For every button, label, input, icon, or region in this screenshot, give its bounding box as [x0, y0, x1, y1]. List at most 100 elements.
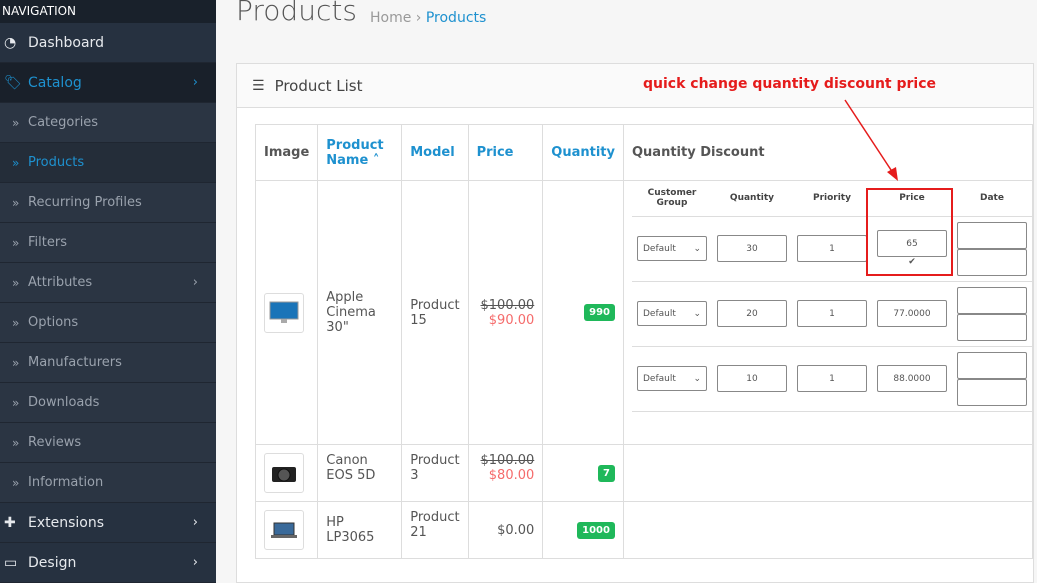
customer-group-select[interactable]: Default ⌄ — [636, 301, 707, 326]
double-chevron-icon: » — [12, 155, 20, 170]
monitor-icon: ▭ — [4, 554, 18, 571]
quantity-badge: 1000 — [577, 521, 615, 539]
discount-table: Customer Group Quantity Priority Price D… — [631, 181, 1032, 412]
price-input[interactable]: 77.0000 — [876, 300, 947, 327]
product-name: Apple Cinema 30" — [317, 180, 403, 445]
label: Options — [28, 315, 79, 330]
customer-group-select[interactable]: Default ⌄ — [636, 366, 707, 391]
sidebar-item-options[interactable]: » Options — [0, 303, 216, 343]
sidebar-item-products[interactable]: » Products — [0, 143, 216, 183]
sort-price-link[interactable]: Price — [477, 145, 514, 160]
tag-icon: 🏷 — [4, 74, 22, 91]
quantity-input[interactable]: 20 — [716, 300, 787, 327]
double-chevron-icon: » — [12, 315, 20, 330]
label: Manufacturers — [28, 355, 122, 370]
col-quantity-discount: Quantity Discount — [622, 124, 1034, 181]
sort-model-link[interactable]: Model — [410, 145, 454, 160]
sidebar-item-design[interactable]: ▭ Design › — [0, 543, 216, 583]
label: Extensions — [28, 514, 105, 531]
label: Catalog — [28, 74, 82, 91]
product-image — [264, 292, 304, 333]
sidebar-item-dashboard[interactable]: ◔ Dashboard — [0, 23, 216, 63]
sidebar-item-recurring-profiles[interactable]: » Recurring Profiles — [0, 183, 216, 223]
double-chevron-icon: » — [12, 115, 20, 130]
priority-input[interactable]: 1 — [796, 365, 867, 392]
product-list-panel: ☰ Product List Image Product Name ˄ Model… — [236, 63, 1034, 583]
price-input[interactable]: 88.0000 — [876, 365, 947, 392]
double-chevron-icon: » — [12, 235, 20, 250]
select-value: Default — [642, 308, 676, 319]
date-start-input[interactable] — [956, 221, 1027, 249]
product-model: Product 15 — [401, 180, 469, 445]
date-start-input[interactable] — [956, 351, 1027, 379]
sidebar-item-reviews[interactable]: » Reviews — [0, 423, 216, 463]
date-end-input[interactable] — [956, 378, 1027, 406]
label: Design — [28, 554, 77, 571]
sidebar-item-catalog[interactable]: 🏷 Catalog › — [0, 63, 216, 103]
product-model: Product 3 — [401, 444, 469, 502]
col-quantity: Quantity — [711, 181, 792, 217]
annotation-highlight-box — [866, 188, 953, 276]
date-end-input[interactable] — [956, 248, 1027, 276]
double-chevron-icon: » — [12, 195, 20, 210]
col-priority: Priority — [791, 181, 872, 217]
dashboard-icon: ◔ — [4, 34, 17, 51]
table-row: Canon EOS 5D Product 3 $100.00 $80.00 7 — [254, 444, 1034, 502]
double-chevron-icon: » — [12, 395, 20, 410]
priority-input[interactable]: 1 — [796, 235, 867, 262]
sidebar-item-categories[interactable]: » Categories — [0, 103, 216, 143]
caret-up-icon: ˄ — [368, 152, 380, 168]
date-end-input[interactable] — [956, 313, 1027, 341]
sidebar-item-information[interactable]: » Information — [0, 463, 216, 503]
table-row: HP LP3065 Product 21 $0.00 1000 — [254, 501, 1034, 559]
label: Categories — [28, 115, 99, 130]
page-title: Products — [236, 0, 357, 27]
col-price[interactable]: Price — [467, 124, 544, 181]
price-old: $100.00 — [480, 453, 535, 468]
double-chevron-icon: » — [12, 475, 20, 490]
quantity-input[interactable]: 10 — [716, 365, 787, 392]
product-name: Canon EOS 5D — [317, 444, 403, 502]
col-model[interactable]: Model — [401, 124, 469, 181]
select-value: Default — [642, 373, 676, 384]
date-start-input[interactable] — [956, 286, 1027, 314]
discount-row: Default ⌄ 10 1 88.0000 — [631, 346, 1032, 412]
label: Information — [28, 475, 104, 490]
chevron-down-icon: ⌄ — [693, 308, 701, 319]
quantity-badge: 990 — [584, 304, 615, 321]
col-product-name[interactable]: Product Name ˄ — [317, 124, 403, 181]
nav-header-label: NAVIGATION — [2, 4, 77, 18]
sidebar: NAVIGATION ◔ Dashboard 🏷 Catalog › » Categor… — [0, 0, 216, 583]
sidebar-item-manufacturers[interactable]: » Manufacturers — [0, 343, 216, 383]
price: $0.00 — [467, 501, 544, 559]
price-old: $100.00 — [480, 297, 535, 313]
puzzle-icon: ✚ — [4, 514, 16, 531]
chevron-right-icon: › — [192, 75, 198, 90]
breadcrumb: Home › Products — [370, 10, 487, 26]
sidebar-item-filters[interactable]: » Filters — [0, 223, 216, 263]
priority-input[interactable]: 1 — [796, 300, 867, 327]
double-chevron-icon: » — [12, 355, 20, 370]
sidebar-item-downloads[interactable]: » Downloads — [0, 383, 216, 423]
product-name: HP LP3065 — [317, 501, 403, 559]
label: Attributes — [28, 275, 93, 290]
list-icon: ☰ — [252, 77, 265, 94]
panel-title: Product List — [274, 76, 363, 95]
col-image: Image — [254, 124, 319, 181]
discount-row: Default ⌄ 20 1 77.0000 — [631, 281, 1032, 347]
price-special: $90.00 — [488, 312, 535, 328]
customer-group-select[interactable]: Default ⌄ — [636, 236, 707, 261]
chevron-right-icon: › — [192, 515, 198, 530]
sidebar-item-attributes[interactable]: » Attributes › — [0, 263, 216, 303]
label: Reviews — [28, 435, 82, 450]
sort-quantity-link[interactable]: Quantity — [551, 145, 615, 160]
col-quantity[interactable]: Quantity — [542, 124, 624, 181]
quantity-input[interactable]: 30 — [716, 235, 787, 262]
nav-header: NAVIGATION — [0, 0, 216, 23]
breadcrumb-home[interactable]: Home — [370, 10, 411, 26]
label: Products — [28, 155, 85, 170]
sidebar-item-extensions[interactable]: ✚ Extensions › — [0, 503, 216, 543]
breadcrumb-products[interactable]: Products — [426, 10, 486, 26]
price-special: $80.00 — [488, 468, 535, 483]
label: Downloads — [28, 395, 100, 410]
